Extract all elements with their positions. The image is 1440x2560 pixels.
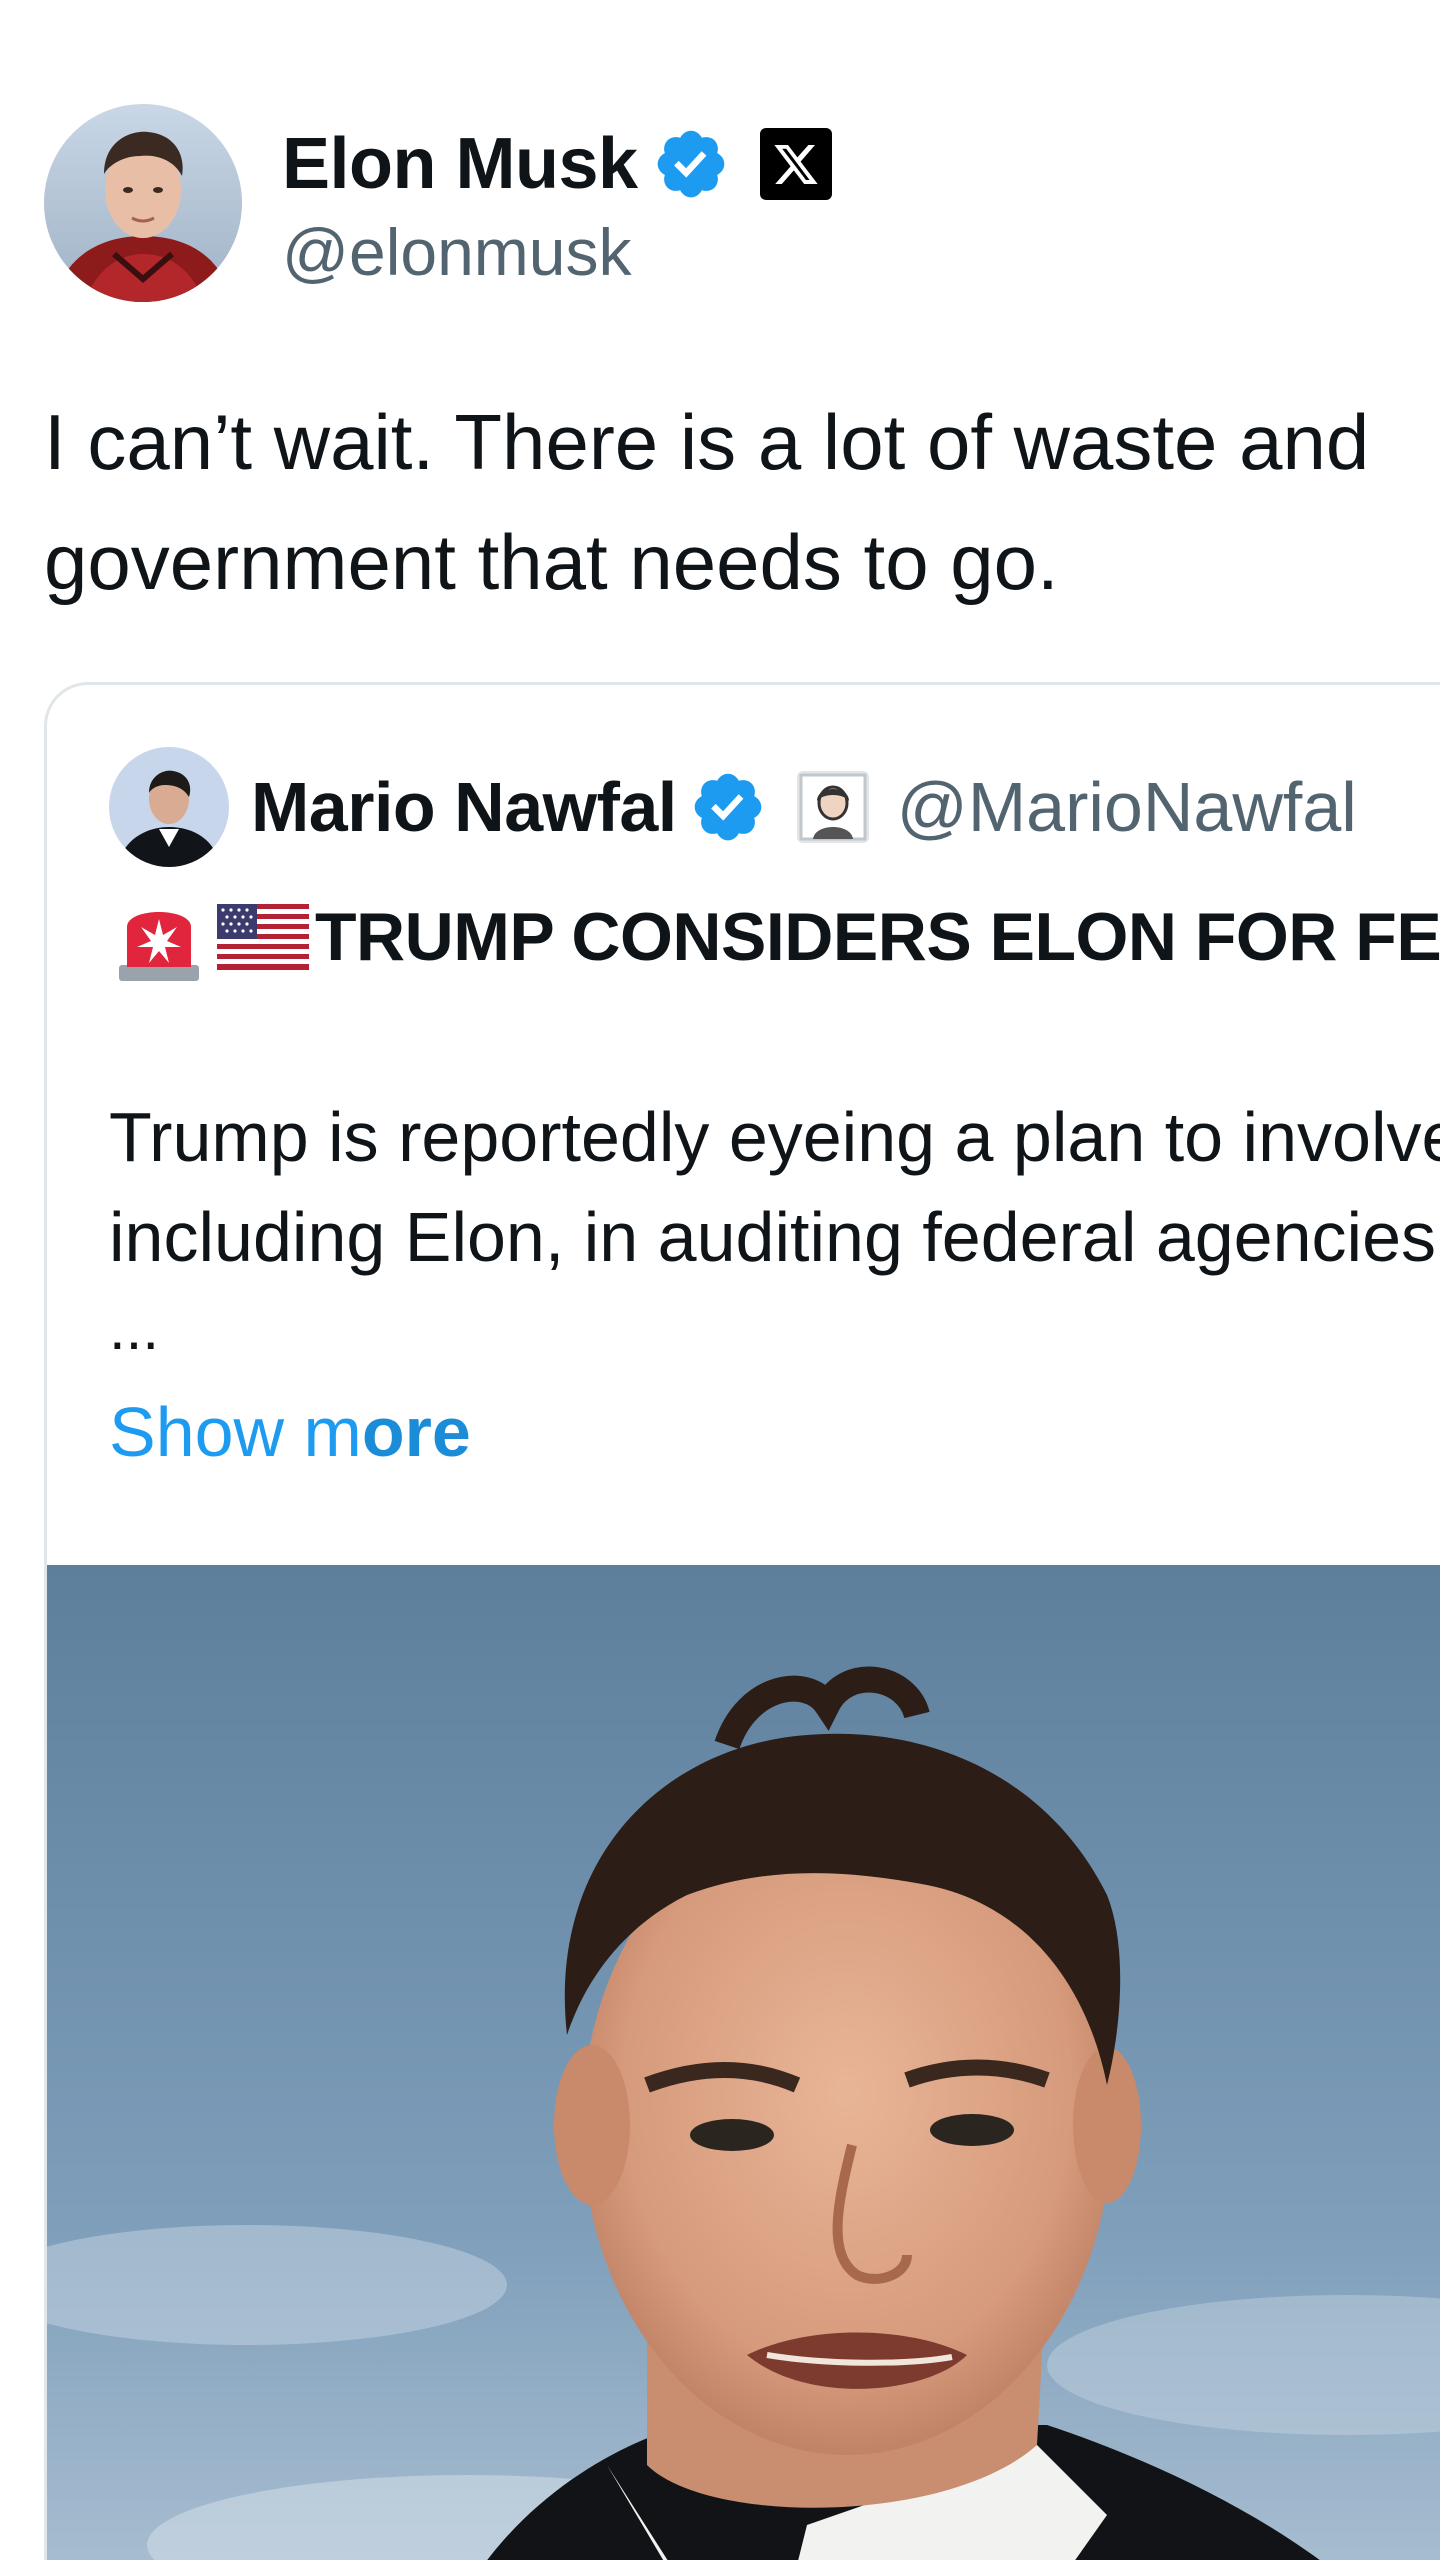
affiliation-badge-icon[interactable]	[796, 771, 869, 843]
show-more-text[interactable]: Show m	[109, 1393, 362, 1471]
quoted-tweet-card[interactable]: Mario Nawfal @MarioNawfal TRUMP CONSIDER…	[44, 682, 1440, 2560]
quoted-ellipsis: ...	[109, 1295, 160, 1362]
quoted-text-line: Trump is reportedly eyeing a plan to inv…	[109, 1098, 1440, 1176]
us-flag-icon	[217, 904, 309, 970]
tweet-text-line: I can’t wait. There is a lot of waste an…	[44, 398, 1370, 486]
show-more-link[interactable]: Show more	[109, 1387, 471, 1477]
quoted-headline: TRUMP CONSIDERS ELON FOR FEDERAL	[113, 891, 1440, 983]
quoted-tweet-header[interactable]: Mario Nawfal @MarioNawfal	[109, 747, 1357, 867]
quoted-text-line: including Elon, in auditing federal agen…	[109, 1198, 1437, 1276]
quoted-media-photo[interactable]	[47, 1565, 1440, 2560]
quoted-author-handle[interactable]: @MarioNawfal	[897, 767, 1357, 847]
quoted-author-avatar[interactable]	[109, 747, 229, 867]
quoted-tweet-text: Trump is reportedly eyeing a plan to inv…	[109, 1087, 1440, 1287]
show-more-text-bold[interactable]: ore	[362, 1393, 471, 1471]
author-avatar[interactable]	[44, 104, 242, 302]
quoted-author-name[interactable]: Mario Nawfal	[251, 767, 677, 847]
verified-badge-icon[interactable]	[652, 125, 730, 203]
author-handle[interactable]: @elonmusk	[282, 214, 832, 290]
tweet-page: Elon Musk @elonmusk I can’t wait. There …	[0, 0, 1440, 2560]
siren-icon	[119, 912, 199, 981]
photo-of-person	[47, 1565, 1440, 2560]
verified-badge-icon[interactable]	[689, 768, 767, 846]
tweet-text-line: government that needs to go.	[44, 518, 1059, 606]
tweet-author-header[interactable]: Elon Musk @elonmusk	[44, 104, 832, 302]
author-display-name[interactable]: Elon Musk	[282, 123, 638, 205]
x-affiliation-icon[interactable]	[759, 128, 832, 200]
quoted-headline-text: TRUMP CONSIDERS ELON FOR FEDERAL	[315, 899, 1440, 975]
tweet-text: I can’t wait. There is a lot of waste an…	[44, 382, 1440, 622]
